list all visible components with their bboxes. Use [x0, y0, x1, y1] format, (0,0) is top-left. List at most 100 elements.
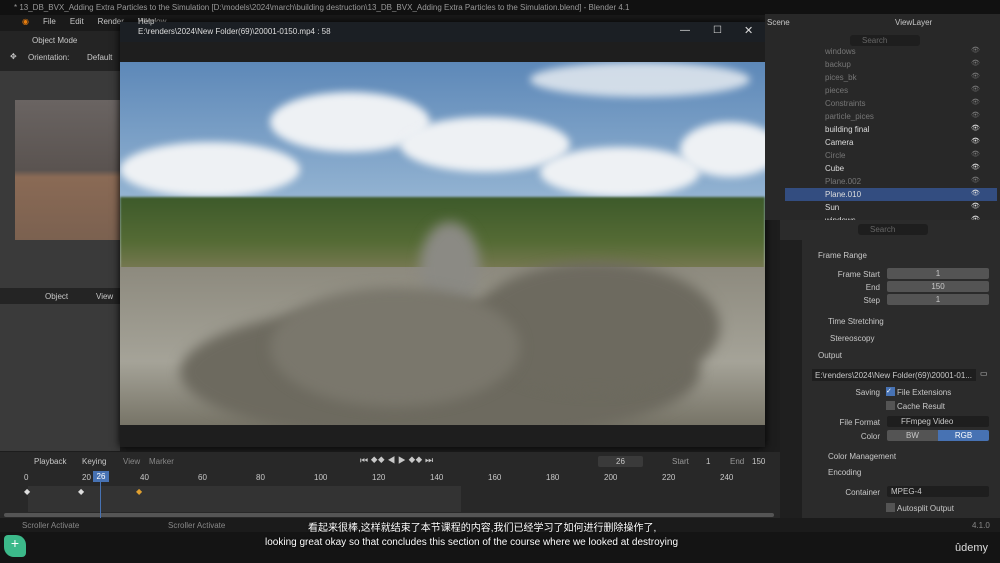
time-stretching-panel[interactable]: Time Stretching — [828, 317, 884, 326]
outliner-item[interactable]: Circle 👁 — [785, 149, 997, 162]
outliner-item-label: Cube — [825, 164, 845, 173]
timeline-tick: 200 — [604, 473, 618, 482]
current-frame-field[interactable]: 26 — [598, 456, 643, 467]
status-left: Scroller Activate — [22, 521, 80, 530]
encoding-panel[interactable]: Encoding — [828, 468, 861, 477]
start-field[interactable]: 1 — [706, 457, 710, 466]
folder-icon[interactable]: ▭ — [980, 369, 988, 378]
keyframe-selected[interactable]: ◆ — [136, 487, 142, 496]
keyframe[interactable]: ◆ — [24, 487, 30, 496]
frame-range-area — [28, 486, 461, 512]
outliner-item[interactable]: Plane.010 👁 — [785, 188, 997, 201]
outliner-item-label: particle_pices — [825, 112, 874, 121]
frame-start-field[interactable]: 1 — [887, 268, 989, 279]
menu-file[interactable]: File — [43, 17, 56, 31]
view-layer-selector[interactable]: ViewLayer — [895, 18, 932, 27]
visibility-icon[interactable]: 👁 — [971, 163, 980, 171]
timeline-tick: 240 — [720, 473, 734, 482]
file-format-dropdown[interactable]: FFmpeg Video — [887, 416, 989, 427]
outliner-item[interactable]: building final 👁 — [785, 123, 997, 136]
close-button[interactable]: ✕ — [744, 24, 753, 37]
outliner-item-label: Plane.010 — [825, 190, 862, 199]
view-menu-timeline[interactable]: View — [123, 457, 140, 466]
object-mode-dropdown[interactable]: Object Mode — [32, 36, 77, 45]
properties-search[interactable]: Search — [858, 224, 928, 235]
end-field-timeline[interactable]: 150 — [752, 457, 765, 466]
blender-logo-icon[interactable]: ◉ — [22, 17, 29, 31]
frame-range-panel[interactable]: Frame Range — [818, 251, 867, 260]
timeline-tick: 100 — [314, 473, 328, 482]
container-dropdown[interactable]: MPEG-4 — [887, 486, 989, 497]
outliner-item[interactable]: Constraints 👁 — [785, 97, 997, 110]
end-field[interactable]: 150 — [887, 281, 989, 292]
outliner-item[interactable]: pieces 👁 — [785, 84, 997, 97]
visibility-icon[interactable]: 👁 — [971, 176, 980, 184]
outliner-item[interactable]: Camera 👁 — [785, 136, 997, 149]
keying-menu[interactable]: Keying — [82, 457, 106, 466]
visibility-icon[interactable]: 👁 — [971, 111, 980, 119]
outliner-item[interactable]: Plane.002 👁 — [785, 175, 997, 188]
color-rgb-button[interactable]: RGB — [938, 430, 989, 441]
outliner-item-label: Plane.002 — [825, 177, 862, 186]
subtitle-en: looking great okay so that concludes thi… — [265, 537, 679, 548]
cache-result-checkbox[interactable] — [886, 401, 895, 410]
visibility-icon[interactable]: 👁 — [971, 137, 980, 145]
visibility-icon[interactable]: 👁 — [971, 189, 980, 197]
visibility-icon[interactable]: 👁 — [971, 72, 980, 80]
visibility-icon[interactable]: 👁 — [971, 85, 980, 93]
menu-help[interactable]: Help — [138, 17, 154, 26]
visibility-icon[interactable]: 👁 — [971, 124, 980, 132]
playback-menu[interactable]: Playback — [34, 457, 66, 466]
timeline-scrollbar[interactable] — [4, 513, 774, 517]
step-field[interactable]: 1 — [887, 294, 989, 305]
outliner-item[interactable]: particle_pices 👁 — [785, 110, 997, 123]
orientation-dropdown[interactable]: Default — [87, 53, 112, 62]
transform-icon: ✥ — [10, 52, 17, 61]
visibility-icon[interactable]: 👁 — [971, 46, 980, 54]
outliner-item[interactable]: Sun 👁 — [785, 201, 997, 214]
video-frame[interactable] — [120, 62, 765, 425]
keyframe[interactable]: ◆ — [78, 487, 84, 496]
timeline-tick: 40 — [140, 473, 149, 482]
outliner-item[interactable]: backup 👁 — [785, 58, 997, 71]
view-menu[interactable]: View — [96, 292, 113, 301]
object-menu[interactable]: Object — [45, 292, 68, 301]
outliner-item[interactable]: windows 👁 — [785, 45, 997, 58]
file-extensions-checkbox[interactable]: ✓ — [886, 387, 895, 396]
outliner-item-label: windows — [825, 47, 856, 56]
output-panel[interactable]: Output — [818, 351, 842, 360]
output-path-field[interactable]: E:\renders\2024\New Folder(69)\20001-01.… — [812, 369, 976, 381]
outliner-item-label: building final — [825, 125, 870, 134]
minimize-button[interactable]: — — [680, 25, 690, 36]
outliner-item-label: backup — [825, 60, 851, 69]
timeline-tick: 80 — [256, 473, 265, 482]
visibility-icon[interactable]: 👁 — [971, 98, 980, 106]
timeline-tick: 180 — [546, 473, 560, 482]
cache-result-label: Cache Result — [897, 402, 946, 411]
outliner-item[interactable]: Cube 👁 — [785, 162, 997, 175]
timeline-tick: 140 — [430, 473, 444, 482]
timeline: Playback Keying View Marker ⏮ ◆◆ ◀ ▶ ◆◆ … — [0, 452, 780, 518]
outliner-item[interactable]: pices_bk 👁 — [785, 71, 997, 84]
menu-edit[interactable]: Edit — [70, 17, 84, 31]
maximize-button[interactable]: ☐ — [713, 25, 722, 36]
color-bw-button[interactable]: BW — [887, 430, 938, 441]
subtitle-zh: 看起来很棒,这样就结束了本节课程的内容,我们已经学习了如何进行删除操作了, — [308, 523, 657, 534]
visibility-icon[interactable]: 👁 — [971, 150, 980, 158]
timeline-tick: 120 — [372, 473, 386, 482]
visibility-icon[interactable]: 👁 — [971, 59, 980, 67]
visibility-icon[interactable]: 👁 — [971, 202, 980, 210]
properties-editor: Search Frame Range Frame Start 1 End 150… — [780, 220, 1000, 518]
stereoscopy-panel[interactable]: Stereoscopy — [830, 334, 874, 343]
timeline-tick: 60 — [198, 473, 207, 482]
outliner-item-label: pieces — [825, 86, 849, 95]
scene-selector[interactable]: Scene — [767, 18, 790, 27]
outliner: Scene ViewLayer Search windows 👁 backup 👁 pi… — [765, 14, 1000, 225]
playback-controls[interactable]: ⏮ ◆◆ ◀ ▶ ◆◆ ⏭ — [360, 455, 433, 466]
autosplit-checkbox[interactable] — [886, 503, 895, 512]
properties-tabs[interactable] — [780, 240, 802, 518]
playhead-frame[interactable]: 26 — [93, 471, 109, 482]
end-label-timeline: End — [730, 457, 745, 466]
marker-menu[interactable]: Marker — [149, 457, 174, 466]
color-management-panel[interactable]: Color Management — [828, 452, 896, 461]
